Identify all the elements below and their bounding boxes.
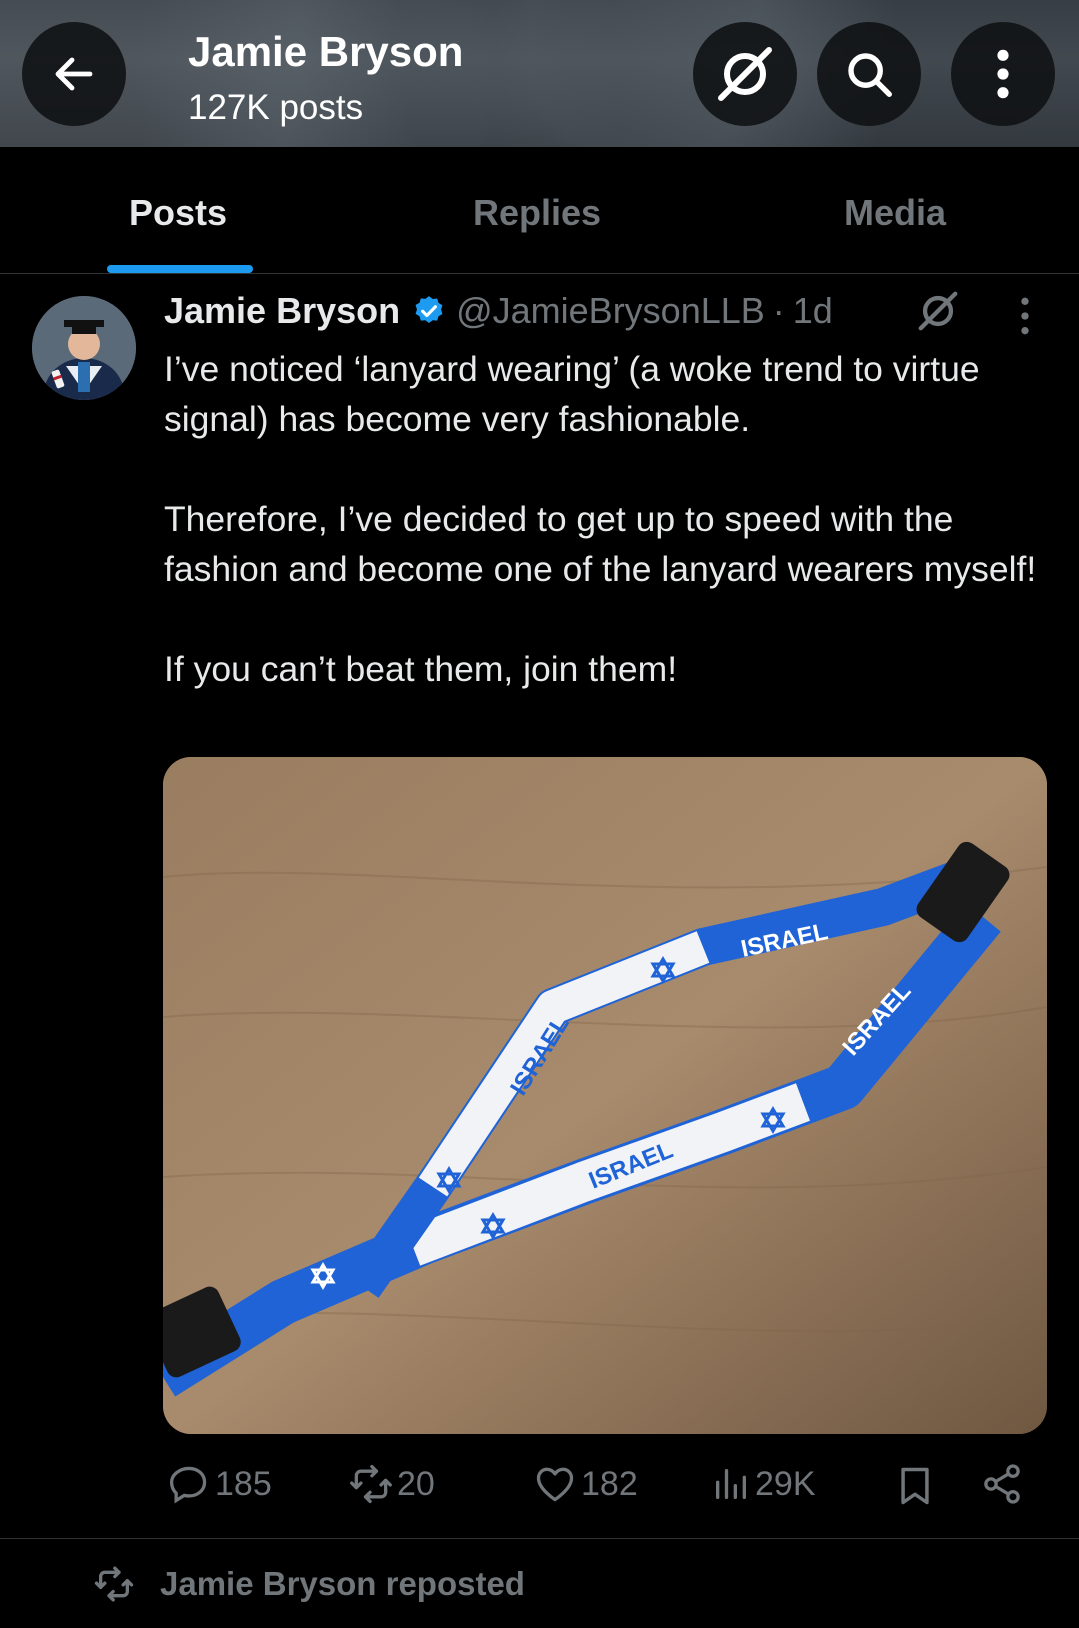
repost-text: Jamie Bryson reposted	[160, 1565, 525, 1602]
avatar[interactable]	[32, 296, 136, 400]
more-vertical-icon	[1021, 297, 1029, 335]
views-button[interactable]: 29K	[711, 1462, 816, 1506]
views-chart-icon	[716, 1469, 746, 1499]
post-paragraph: I’ve noticed ‘lanyard wearing’ (a woke t…	[164, 349, 980, 439]
active-tab-indicator	[107, 265, 253, 273]
post-text: I’ve noticed ‘lanyard wearing’ (a woke t…	[164, 344, 1054, 694]
post-divider	[0, 1538, 1079, 1539]
profile-name: Jamie Bryson	[188, 28, 464, 75]
reply-icon	[169, 1466, 207, 1504]
bookmark-button[interactable]	[893, 1462, 941, 1510]
share-button[interactable]	[980, 1462, 1028, 1506]
back-arrow-icon	[55, 57, 93, 91]
bookmark-icon	[901, 1467, 929, 1505]
like-count: 182	[581, 1464, 638, 1503]
view-count: 29K	[755, 1464, 816, 1503]
repost-icon	[94, 1566, 134, 1602]
post-paragraph: Therefore, I’ve decided to get up to spe…	[164, 499, 1037, 589]
repost-indicator[interactable]: Jamie Bryson reposted	[94, 1564, 525, 1604]
lanyard-photo: ISRAEL ISRAEL ISRAEL ISRAEL	[163, 757, 1047, 1434]
back-button[interactable]	[22, 22, 126, 126]
post-image[interactable]: ISRAEL ISRAEL ISRAEL ISRAEL	[163, 757, 1047, 1434]
reply-count: 185	[215, 1464, 272, 1503]
avatar-image	[32, 296, 136, 400]
separator-dot: ·	[772, 290, 785, 331]
profile-tabs: Posts Replies Media	[0, 147, 1079, 274]
post-grok-button[interactable]	[915, 288, 961, 339]
verified-badge-icon	[412, 294, 446, 328]
like-button[interactable]: 182	[533, 1462, 638, 1506]
tab-media[interactable]: Media	[844, 192, 946, 234]
post-count: 127K posts	[188, 88, 364, 127]
reply-button[interactable]: 185	[167, 1462, 272, 1506]
more-options-button[interactable]	[951, 22, 1055, 126]
post-paragraph: If you can’t beat them, join them!	[164, 649, 678, 689]
heart-icon	[536, 1467, 574, 1502]
repost-icon	[350, 1464, 392, 1504]
author-handle[interactable]: @JamieBrysonLLB	[456, 290, 765, 332]
grok-icon	[918, 291, 958, 331]
search-icon	[848, 53, 892, 97]
search-button[interactable]	[817, 22, 921, 126]
post-time[interactable]: 1d	[793, 290, 833, 332]
grok-icon	[718, 47, 772, 101]
repost-count: 20	[397, 1464, 435, 1503]
post-header: Jamie Bryson @JamieBrysonLLB · 1d	[164, 290, 833, 332]
tab-replies[interactable]: Replies	[473, 192, 601, 234]
profile-header: Jamie Bryson 127K posts	[0, 0, 1079, 147]
repost-button[interactable]: 20	[349, 1462, 435, 1506]
share-icon	[984, 1464, 1020, 1504]
more-vertical-icon	[997, 49, 1009, 99]
grok-button[interactable]	[693, 22, 797, 126]
tab-posts[interactable]: Posts	[129, 192, 227, 234]
post-actions: 185 20 182 29K	[0, 1462, 1079, 1522]
author-name[interactable]: Jamie Bryson	[164, 290, 400, 332]
post-more-button[interactable]	[1015, 294, 1035, 343]
